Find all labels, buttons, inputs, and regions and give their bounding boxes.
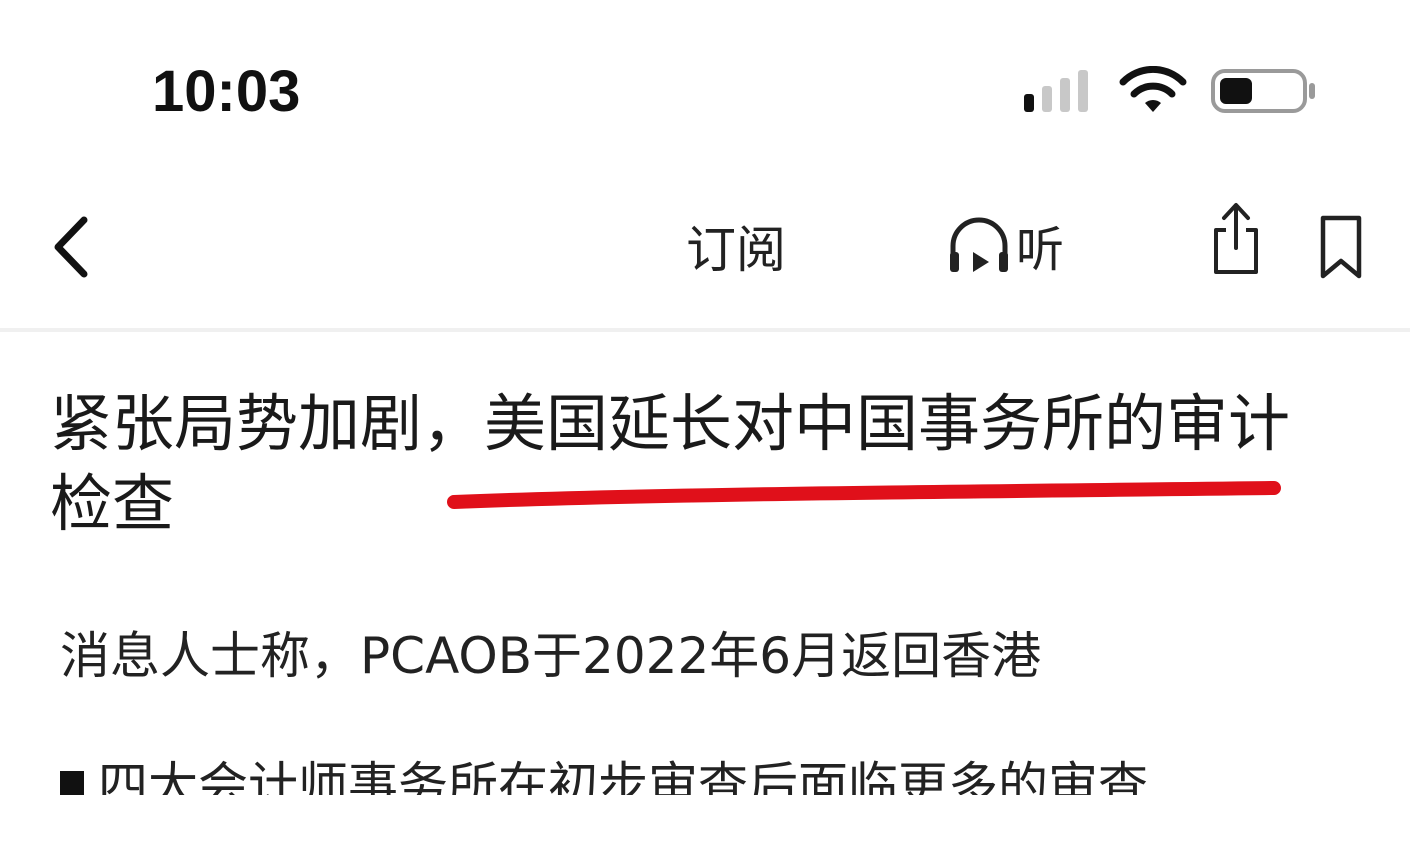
listen-label: 听 bbox=[1016, 222, 1065, 278]
article-headline: 紧张局势加剧，美国延长对中国事务所的审计检查 bbox=[50, 387, 1291, 540]
red-underline-annotation bbox=[447, 481, 1281, 509]
listen-button[interactable]: 听 bbox=[946, 210, 1064, 280]
article-subtitle: 消息人士称，PCAOB于2022年6月返回香港 bbox=[60, 627, 1042, 685]
status-bar: 10:03 bbox=[0, 0, 1410, 170]
subscribe-button[interactable]: 订阅 bbox=[686, 210, 786, 282]
battery-icon bbox=[1211, 69, 1315, 113]
bullet-square-icon bbox=[60, 771, 84, 795]
crop-edge bbox=[0, 795, 1410, 861]
bookmark-icon[interactable] bbox=[1316, 214, 1366, 280]
back-chevron-icon[interactable] bbox=[48, 212, 98, 282]
headphones-icon bbox=[950, 217, 1008, 272]
status-time: 10:03 bbox=[152, 59, 301, 124]
nav-bar: 订阅 听 bbox=[0, 170, 1410, 332]
wifi-icon bbox=[1119, 66, 1187, 112]
share-icon[interactable] bbox=[1208, 198, 1264, 278]
article-screen: 10:03 订阅 听 紧张局势加剧，美国延长对中国事务所的审计检查 消息人士称，… bbox=[0, 0, 1410, 861]
cellular-signal-icon bbox=[1024, 70, 1088, 112]
